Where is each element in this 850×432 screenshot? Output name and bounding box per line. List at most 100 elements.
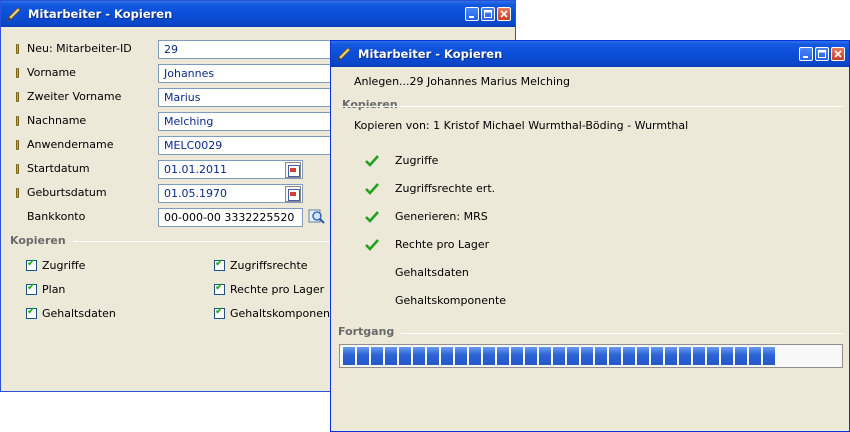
group-divider [401, 333, 843, 334]
copy-from-text: Kopieren von: 1 Kristof Michael Wurmthal… [354, 119, 689, 132]
checkbox-access[interactable] [26, 258, 37, 271]
calendar-icon[interactable] [285, 162, 301, 178]
close-button[interactable] [497, 7, 511, 21]
checkbox-salary-components-label: Gehaltskomponen [230, 307, 330, 320]
progress-bar [339, 344, 843, 368]
progress-segment [763, 347, 775, 365]
first-name-field[interactable]: Johannes [158, 64, 348, 83]
maximize-button[interactable] [481, 7, 495, 21]
minimize-button[interactable] [465, 7, 479, 21]
window-title: Mitarbeiter - Kopieren [28, 7, 173, 21]
copy-progress-dialog: Mitarbeiter - Kopieren Anlegen...29 Joha… [330, 40, 850, 432]
required-marker [16, 92, 19, 102]
checkmark-icon [365, 155, 379, 167]
required-marker [16, 164, 19, 174]
progress-segment [343, 347, 355, 365]
employee-id-label: Neu: Mitarbeiter-ID [27, 42, 132, 55]
progress-segment [525, 347, 537, 365]
title-bar[interactable]: Mitarbeiter - Kopieren [331, 41, 849, 67]
minimize-icon [469, 16, 474, 18]
progress-segment [665, 347, 677, 365]
employee-id-field[interactable]: 29 [158, 40, 348, 59]
close-icon [500, 10, 508, 18]
progress-segment [441, 347, 453, 365]
calendar-icon[interactable] [285, 186, 301, 202]
required-marker [16, 44, 19, 54]
title-bar[interactable]: Mitarbeiter - Kopieren [1, 1, 515, 27]
progress-group-title: Fortgang [338, 325, 395, 338]
checkbox-plan-label: Plan [42, 283, 66, 296]
progress-segment [553, 347, 565, 365]
checkmark-icon [365, 183, 379, 195]
progress-segment [539, 347, 551, 365]
progress-segment [637, 347, 649, 365]
checkbox-plan[interactable] [26, 282, 37, 295]
checkbox-access-rights-label: Zugriffsrechte [230, 259, 308, 272]
required-marker [16, 116, 19, 126]
checkmark-icon [365, 239, 379, 251]
maximize-button[interactable] [815, 47, 829, 61]
progress-segment [721, 347, 733, 365]
minimize-button[interactable] [799, 47, 813, 61]
progress-segment [427, 347, 439, 365]
progress-segment [413, 347, 425, 365]
status-line: Anlegen...29 Johannes Marius Melching [354, 75, 571, 88]
birth-date-field[interactable]: 01.05.1970 [158, 184, 303, 203]
close-icon [834, 50, 842, 58]
last-name-field[interactable]: Melching [158, 112, 348, 131]
group-divider [339, 106, 843, 107]
last-name-label: Nachname [27, 114, 87, 127]
progress-segment [455, 347, 467, 365]
progress-segment [511, 347, 523, 365]
checkbox-access-label: Zugriffe [42, 259, 86, 272]
progress-segment [399, 347, 411, 365]
progress-segment [679, 347, 691, 365]
pen-icon [337, 47, 351, 61]
progress-segment [385, 347, 397, 365]
start-date-label: Startdatum [27, 162, 90, 175]
copy-group-title: Kopieren [342, 98, 398, 111]
progress-segment [609, 347, 621, 365]
pen-icon [7, 7, 21, 21]
checkbox-salary-data[interactable] [26, 306, 37, 319]
middle-name-field[interactable]: Marius [158, 88, 348, 107]
progress-segment [567, 347, 579, 365]
progress-segment [749, 347, 761, 365]
group-divider [73, 241, 333, 242]
lookup-icon[interactable] [308, 208, 325, 225]
window-title: Mitarbeiter - Kopieren [358, 47, 503, 61]
checkbox-salary-components[interactable] [214, 306, 225, 319]
close-button[interactable] [831, 47, 845, 61]
progress-segment [595, 347, 607, 365]
username-label: Anwendername [27, 138, 114, 151]
progress-segment [357, 347, 369, 365]
checkmark-icon [365, 211, 379, 223]
checkbox-access-rights[interactable] [214, 258, 225, 271]
step-label: Gehaltsdaten [395, 266, 469, 279]
middle-name-label: Zweiter Vorname [27, 90, 122, 103]
progress-segment [371, 347, 383, 365]
progress-segment [735, 347, 747, 365]
required-marker [16, 140, 19, 150]
checkbox-rights-per-warehouse-label: Rechte pro Lager [230, 283, 325, 296]
progress-segment [581, 347, 593, 365]
maximize-icon [818, 50, 826, 58]
step-label: Gehaltskomponente [395, 294, 507, 307]
progress-segment [693, 347, 705, 365]
minimize-icon [803, 56, 808, 58]
progress-segment [623, 347, 635, 365]
required-marker [16, 188, 19, 198]
step-label: Rechte pro Lager [395, 238, 490, 251]
birth-date-label: Geburtsdatum [27, 186, 107, 199]
progress-segment [707, 347, 719, 365]
progress-segment [469, 347, 481, 365]
username-field[interactable]: MELC0029 [158, 136, 348, 155]
progress-segment [483, 347, 495, 365]
bank-account-label: Bankkonto [27, 210, 86, 223]
checkbox-rights-per-warehouse[interactable] [214, 282, 225, 295]
progress-segment [651, 347, 663, 365]
maximize-icon [484, 10, 492, 18]
bank-account-field[interactable]: 00-000-00 3332225520 [158, 208, 303, 227]
required-marker [16, 68, 19, 78]
start-date-field[interactable]: 01.01.2011 [158, 160, 303, 179]
